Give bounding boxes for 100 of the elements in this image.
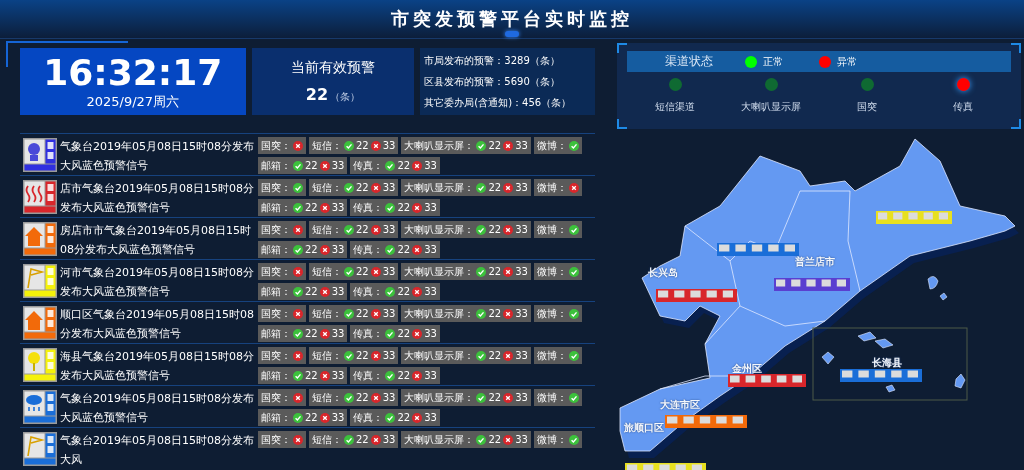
- warning-row[interactable]: 气象台2019年05月08日15时08分发布大风 国突： 短信： 22 33 大喇叭显示屏： 22 33 微博：: [20, 427, 595, 469]
- success-count: 22: [305, 370, 318, 381]
- success-count: 22: [305, 244, 318, 255]
- success-count: 22: [305, 328, 318, 339]
- success-count: 22: [356, 434, 369, 445]
- success-count: 22: [356, 308, 369, 319]
- check-icon: [476, 308, 487, 319]
- failure-count: 33: [382, 182, 396, 193]
- check-icon: [385, 412, 396, 423]
- active-alerts-label: 当前有效预警: [290, 59, 375, 77]
- channel-label: 微博：: [536, 180, 567, 195]
- warning-text: 海县气象台2019年05月08日15时08分发布大风蓝色预警信号: [60, 349, 255, 384]
- cross-icon: [503, 392, 514, 403]
- check-icon: [293, 412, 303, 423]
- warning-row[interactable]: 河市气象台2019年05月08日15时08分发布大风蓝色预警信号 国突： 短信： 22 33 大喇叭显示屏： 22 33 微博： 邮箱： 22 33 传真： 22 33: [20, 259, 595, 301]
- check-icon: [293, 202, 303, 213]
- check-icon: [344, 434, 354, 445]
- channel-label: 国突：: [261, 390, 291, 405]
- corner-bracket: [1011, 119, 1021, 129]
- cross-icon: [370, 224, 381, 235]
- channel-label: 微博：: [536, 138, 567, 153]
- channel-label: 微博：: [536, 432, 567, 447]
- warning-row[interactable]: 店市气象台2019年05月08日15时08分发布大风蓝色预警信号 国突： 短信： 22 33 大喇叭显示屏： 22 33 微博： 邮箱： 22 33 传真： 22 33: [20, 175, 595, 217]
- warning-text: 房店市市气象台2019年05月08日15时08分发布大风蓝色预警信号: [60, 223, 252, 258]
- channel-label: 传真：: [353, 326, 384, 341]
- title-indicator: [505, 31, 519, 37]
- cross-icon: [370, 266, 381, 277]
- success-count: 22: [488, 224, 502, 235]
- check-icon: [476, 434, 487, 445]
- region-label: 长兴岛: [648, 266, 678, 280]
- check-icon: [476, 350, 487, 361]
- success-count: 22: [397, 160, 411, 171]
- success-count: 22: [356, 350, 369, 361]
- channel-label: 微博：: [536, 264, 567, 279]
- check-icon: [344, 308, 354, 319]
- channel-label: 大喇叭显示屏：: [404, 432, 475, 447]
- failure-count: 33: [382, 308, 396, 319]
- warning-text: 河市气象台2019年05月08日15时08分发布大风蓝色预警信号: [60, 265, 255, 300]
- failure-count: 33: [515, 350, 528, 361]
- cross-icon: [370, 392, 381, 403]
- success-count: 22: [397, 202, 411, 213]
- channel-label: 国突：: [261, 432, 291, 447]
- channel-label: 传真：: [353, 242, 384, 257]
- channel-label: 邮箱：: [261, 200, 291, 215]
- warning-text: 店市气象台2019年05月08日15时08分发布大风蓝色预警信号: [60, 181, 255, 216]
- channel-label: 微博：: [536, 390, 567, 405]
- warning-row[interactable]: 气象台2019年05月08日15时08分发布大风蓝色预警信号 国突： 短信： 22 33 大喇叭显示屏： 22 33 微博： 邮箱： 22 33 传真： 22 33: [20, 385, 595, 427]
- region-label: 大连市区: [660, 398, 700, 412]
- cross-icon: [370, 434, 381, 445]
- warning-sign-icon: [23, 306, 57, 340]
- channel-label: 国突：: [261, 264, 291, 279]
- cross-icon: [412, 202, 423, 213]
- channel-label: 传真：: [353, 200, 384, 215]
- warning-sign-icon: [23, 264, 57, 298]
- failure-count: 33: [515, 224, 528, 235]
- channel-label: 大喇叭显示屏：: [404, 180, 475, 195]
- check-icon: [344, 350, 354, 361]
- success-count: 22: [356, 140, 369, 151]
- warning-row[interactable]: 气象台2019年05月08日15时08分发布大风蓝色预警信号 国突： 短信： 22 33 大喇叭显示屏： 22 33 微博： 邮箱： 22 33 传真： 22 33: [20, 133, 595, 175]
- warning-text: 气象台2019年05月08日15时08分发布大风: [60, 433, 255, 468]
- channel-label: 传真：: [353, 158, 384, 173]
- channel-label: 大喇叭显示屏：: [404, 390, 475, 405]
- check-icon: [476, 224, 487, 235]
- success-count: 22: [397, 328, 411, 339]
- channel-label: 大喇叭显示屏：: [404, 264, 475, 279]
- cross-icon: [503, 266, 514, 277]
- channel-label: 国突：: [261, 348, 291, 363]
- cross-icon: [412, 370, 423, 381]
- channel-name: 传真: [953, 100, 973, 114]
- warning-row[interactable]: 房店市市气象台2019年05月08日15时08分发布大风蓝色预警信号 国突： 短信： 22 33 大喇叭显示屏： 22 33 微博： 邮箱： 22 33 传真： 22 33: [20, 217, 595, 259]
- success-count: 22: [356, 182, 369, 193]
- success-count: 22: [397, 286, 411, 297]
- cross-icon: [503, 434, 514, 445]
- warning-row[interactable]: 顺口区气象台2019年05月08日15时08分发布大风蓝色预警信号 国突： 短信： 22 33 大喇叭显示屏： 22 33 微博： 邮箱： 22 33 传真： 22 33: [20, 301, 595, 343]
- success-count: 22: [488, 182, 502, 193]
- success-count: 22: [488, 434, 502, 445]
- failure-count: 33: [331, 412, 345, 423]
- stat-line: 市局发布的预警：3289（条）: [424, 53, 561, 68]
- failure-count: 33: [424, 412, 437, 423]
- cross-icon: [370, 350, 381, 361]
- channel-label: 短信：: [312, 138, 342, 153]
- channel-label: 邮箱：: [261, 410, 291, 425]
- region-label: 普兰店市: [795, 255, 835, 269]
- check-icon: [385, 244, 396, 255]
- stat-line: 其它委办局(含通知)：456（条）: [424, 95, 573, 110]
- check-icon: [344, 224, 354, 235]
- channel-label: 短信：: [312, 432, 342, 447]
- success-count: 22: [356, 224, 369, 235]
- failure-count: 33: [515, 140, 528, 151]
- warning-text: 气象台2019年05月08日15时08分发布大风蓝色预警信号: [60, 139, 255, 174]
- check-icon: [344, 182, 354, 193]
- channel-label: 微博：: [536, 306, 567, 321]
- warning-row[interactable]: 海县气象台2019年05月08日15时08分发布大风蓝色预警信号 国突： 短信： 22 33 大喇叭显示屏： 22 33 微博： 邮箱： 22 33 传真： 22 33: [20, 343, 595, 385]
- check-icon: [385, 370, 396, 381]
- success-count: 22: [305, 286, 318, 297]
- clock-time: 16:32:17: [43, 52, 223, 93]
- check-icon: [344, 140, 354, 151]
- channel-label: 短信：: [312, 180, 342, 195]
- channel-label: 国突：: [261, 222, 291, 237]
- channel-label: 传真：: [353, 284, 384, 299]
